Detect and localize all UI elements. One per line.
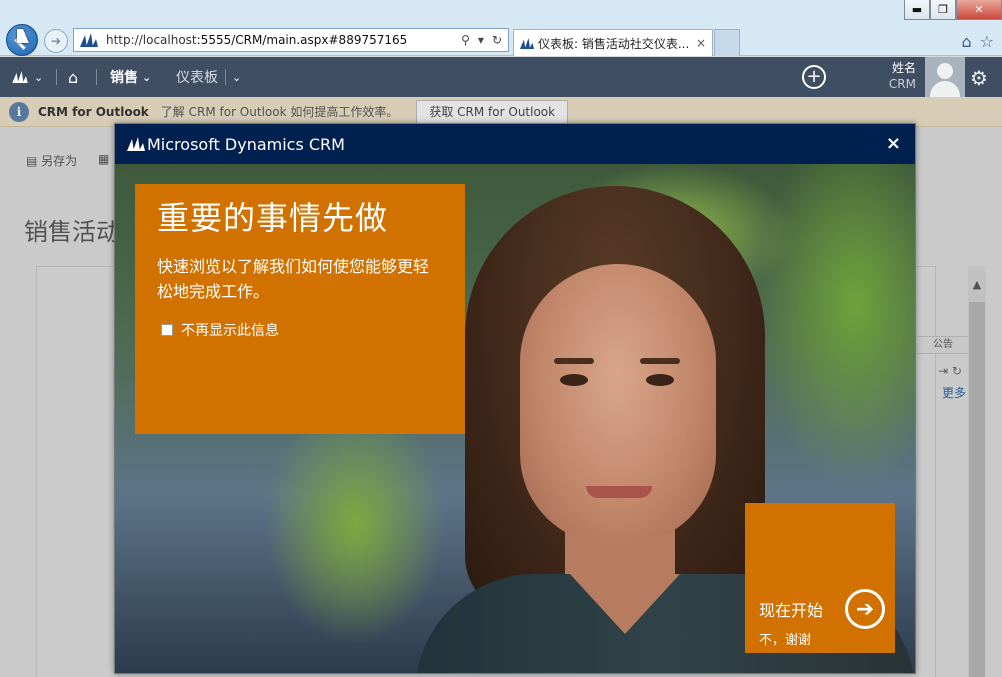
- dont-show-again[interactable]: 不再显示此信息: [157, 320, 443, 340]
- crm-logo-menu[interactable]: ⌄: [12, 57, 43, 97]
- restore-button[interactable]: ❐: [930, 0, 956, 20]
- mouse-cursor-icon: [17, 29, 29, 43]
- photo-face: [520, 264, 716, 544]
- dont-show-label[interactable]: 不再显示此信息: [181, 320, 279, 340]
- dialog-header: Microsoft Dynamics CRM ×: [115, 124, 915, 164]
- dynamics-logo-icon: [12, 71, 28, 83]
- get-started-tile[interactable]: 现在开始 ➔ 不，谢谢: [745, 503, 895, 653]
- new-tab-button[interactable]: [714, 29, 740, 56]
- user-info[interactable]: 姓名 CRM: [880, 60, 916, 92]
- dialog-title: Microsoft Dynamics CRM: [147, 134, 345, 154]
- chevron-down-icon[interactable]: ⌄: [232, 57, 241, 97]
- nav-page-label: 仪表板: [176, 70, 218, 86]
- dropdown-icon[interactable]: ▾: [478, 33, 484, 47]
- user-name: 姓名: [891, 61, 916, 75]
- nav-area-label: 销售: [110, 70, 138, 86]
- intro-description: 快速浏览以了解我们如何使您能够更轻松地完成工作。: [157, 257, 430, 301]
- nav-divider: [225, 69, 226, 85]
- welcome-dialog: Microsoft Dynamics CRM × 重要的事情先做 快速浏览以了解…: [114, 123, 916, 674]
- create-new-icon[interactable]: +: [802, 65, 826, 89]
- intro-panel: 重要的事情先做 快速浏览以了解我们如何使您能够更轻松地完成工作。 不再显示此信息: [135, 184, 465, 434]
- chevron-down-icon: ⌄: [142, 70, 152, 84]
- user-org: CRM: [888, 77, 916, 91]
- browser-tab[interactable]: 仪表板: 销售活动社交仪表... ×: [513, 29, 713, 56]
- close-icon[interactable]: ×: [886, 133, 901, 154]
- crm-navbar: ⌄ ⌂ 销售 ⌄ 仪表板 ⌄ + 姓名 CRM ⚙: [0, 57, 1002, 97]
- nav-page-dashboards[interactable]: 仪表板: [176, 57, 218, 97]
- chevron-down-icon: ⌄: [34, 70, 44, 84]
- window-controls: ▬ ❐ ✕: [904, 0, 1002, 20]
- url-path: :5555/CRM/main.aspx#889757165: [196, 33, 408, 47]
- nav-area-sales[interactable]: 销售 ⌄: [110, 57, 151, 97]
- browser-chrome: ▬ ❐ ✕ ➔ http://localhost:5555/CRM/main.a…: [0, 0, 1002, 56]
- refresh-icon[interactable]: ↻: [492, 33, 502, 47]
- gear-icon[interactable]: ⚙: [970, 66, 988, 90]
- forward-button[interactable]: ➔: [44, 29, 68, 53]
- nav-divider: [56, 69, 57, 85]
- arrow-right-icon[interactable]: ➔: [845, 589, 885, 629]
- no-thanks-link[interactable]: 不，谢谢: [759, 629, 811, 648]
- get-started-label[interactable]: 现在开始: [759, 597, 823, 621]
- address-url[interactable]: http://localhost:5555/CRM/main.aspx#8897…: [106, 33, 461, 47]
- dynamics-logo-icon: [520, 37, 534, 49]
- dynamics-logo-icon: [127, 137, 145, 151]
- url-host: http://localhost: [106, 33, 197, 47]
- favorites-star-icon[interactable]: ☆: [980, 32, 994, 51]
- avatar[interactable]: [925, 57, 965, 97]
- intro-title: 重要的事情先做: [157, 199, 389, 237]
- dont-show-checkbox[interactable]: [161, 324, 173, 336]
- photo-neckline: [570, 574, 680, 634]
- home-icon[interactable]: ⌂: [962, 32, 972, 51]
- tab-close-icon[interactable]: ×: [696, 36, 706, 50]
- hero-photo: 重要的事情先做 快速浏览以了解我们如何使您能够更轻松地完成工作。 不再显示此信息…: [115, 164, 915, 673]
- tab-title: 仪表板: 销售活动社交仪表...: [538, 36, 690, 51]
- dynamics-logo-icon: [80, 33, 98, 47]
- address-bar[interactable]: http://localhost:5555/CRM/main.aspx#8897…: [73, 28, 509, 52]
- home-icon[interactable]: ⌂: [68, 57, 78, 97]
- close-window-button[interactable]: ✕: [956, 0, 1002, 20]
- minimize-button[interactable]: ▬: [904, 0, 930, 20]
- nav-divider: [96, 69, 97, 85]
- search-icon[interactable]: ⚲: [461, 33, 470, 47]
